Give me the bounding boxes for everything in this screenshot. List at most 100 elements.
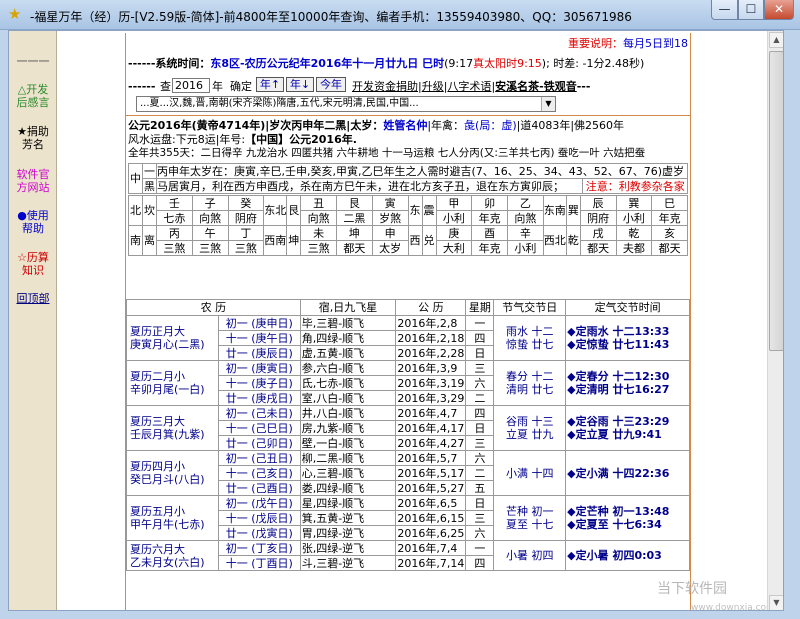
dingqi-entry: ◆定清明 廿七16:27 [567,383,670,396]
lunar-day[interactable]: 初一 (庚申日) [217,315,301,331]
lunar-day[interactable]: 廿一 (庚辰日) [217,345,301,361]
lunar-day[interactable]: 初一 (戊午日) [217,495,301,511]
lunar-day[interactable]: 廿一 (己酉日) [217,480,301,496]
close-button[interactable]: ✕ [764,0,794,20]
dir-cell: 小利 [507,240,544,256]
weekday: 日 [465,420,495,436]
lunar-day[interactable]: 廿一 (己卯日) [217,435,301,451]
nav-dev-thoughts-1[interactable]: △开发 [9,83,57,96]
link-donate[interactable]: 开发资金捐助 [352,80,418,93]
lunar-month-name: 夏历三月大 [130,415,185,428]
link-tea[interactable]: 安溪名茶-铁观音 [495,80,577,93]
nav-donors-1[interactable]: ★捐助 [9,125,57,138]
dir-cell: 向煞 [507,210,544,226]
mansion-star: 毕,三碧-顺飞 [299,315,397,331]
chevron-down-icon[interactable]: ▼ [541,97,555,111]
dir-cell: 艮 [336,195,373,211]
dir-cell: 癸 [227,195,265,211]
dir-cell: 未 [300,225,337,241]
solar-date: 2016年,4,17 [395,420,467,436]
link-upgrade[interactable]: 升级 [422,80,444,93]
dir-cell: 乙 [507,195,544,211]
lunar-day[interactable]: 十一 (庚午日) [217,330,301,346]
scroll-thumb[interactable] [769,51,783,351]
era-select[interactable]: ...夏...汉,魏,晋,南朝(宋齐梁陈)隋唐,五代,宋元明清,民国,中国...… [136,96,556,112]
minimize-button[interactable]: — [711,0,738,20]
scroll-down-icon[interactable]: ▼ [769,595,783,610]
lunar-day[interactable]: 初一 (己丑日) [217,450,301,466]
dir-cell: 阴府 [227,210,265,226]
jieqi-cell: 雨水 十二 惊蛰 廿七 [493,315,567,361]
nav-help-1[interactable]: ●使用 [9,209,57,222]
confirm-button[interactable]: 确定 [230,80,252,93]
vertical-scrollbar[interactable]: ▲ ▼ [767,31,783,610]
lunar-day[interactable]: 初一 (丁亥日) [217,540,301,556]
main-content: 重要说明：每月5日到18 ------系统时间：东8区-农历公元纪年2016年十… [125,33,691,610]
solar-date: 2016年,6,5 [395,495,467,511]
lunar-month-ganzhi: 庚寅月心(二黑) [130,338,205,351]
lunar-day[interactable]: 十一 (庚子日) [217,375,301,391]
mansion-star: 房,九紫-顺飞 [299,420,397,436]
dir-cell: 乾 [615,225,653,241]
dir-cell: 子 [191,195,229,211]
dingqi-entry: ◆定立夏 廿九9:41 [567,428,662,441]
col-dingqi: 定气交节时间 [565,299,690,316]
jieqi-cell: 小满 十四 [493,450,567,496]
lunar-day[interactable]: 十一 (己巳日) [217,420,301,436]
lunar-day[interactable]: 十一 (戊辰日) [217,510,301,526]
dingqi-entry: ◆定雨水 十二13:33 [567,325,670,338]
weekday: 日 [465,345,495,361]
year-info: 公元2016年(黄帝4714年)|岁次丙申年二黑|太岁：姓管名仲|年禽：彘(局：… [128,119,624,132]
dingqi-entry: ◆定小暑 初四0:03 [567,549,662,562]
query-dashes: ------ [128,80,156,93]
maximize-button[interactable]: ☐ [738,0,764,20]
dir-cell: 西 [407,225,423,256]
lunar-month-cell[interactable]: 夏历三月大 壬辰月箕(九紫) [126,405,219,451]
dashes: ------ [128,57,156,70]
nav-donors-2[interactable]: 芳名 [9,138,57,151]
nav-knowledge-2[interactable]: 知识 [9,264,57,277]
lunar-day[interactable]: 廿一 (庚戌日) [217,390,301,406]
lunar-day[interactable]: 十一 (己亥日) [217,465,301,481]
dingqi-cell: ◆定春分 十二12:30 ◆定清明 廿七16:27 [565,360,690,406]
dir-cell: 太岁 [371,240,409,256]
lunar-day[interactable]: 十一 (丁酉日) [217,555,301,571]
system-time-value: 东8区-农历公元纪年2016年十一月廿九日 巳时 [210,57,445,70]
solar-date: 2016年,3,9 [395,360,467,376]
this-year-button[interactable]: 今年 [316,77,346,92]
divider [126,115,690,116]
prev-year-button[interactable]: 年↑ [256,77,284,92]
taisui-row: 丙申年太岁在：庚寅,辛巳,壬申,癸亥,甲寅,乙巳年生之人需时避吉(7、16、25… [156,163,688,179]
lunar-day[interactable]: 初一 (己未日) [217,405,301,421]
link-bazi-terms[interactable]: 八字术语 [447,80,491,93]
nav-help-2[interactable]: 帮助 [9,222,57,235]
lunar-month-cell[interactable]: 夏历四月小 癸巳月斗(八白) [126,450,219,496]
dir-cell: 年克 [471,210,508,226]
dir-cell: 辰 [579,195,617,211]
lunar-month-cell[interactable]: 夏历二月小 辛卯月尾(一白) [126,360,219,406]
mansion-star: 氐,七赤-顺飞 [299,375,397,391]
nav-back-to-top[interactable]: 回顶部 [9,292,57,305]
solar-date: 2016年,4,7 [395,405,467,421]
next-year-button[interactable]: 年↓ [286,77,314,92]
lunar-day[interactable]: 廿一 (戊寅日) [217,525,301,541]
lunar-month-cell[interactable]: 夏历五月小 甲午月牛(七赤) [126,495,219,541]
mansion-star: 角,四绿-顺飞 [299,330,397,346]
lunar-month-cell[interactable]: 夏历正月大 庚寅月心(二黑) [126,315,219,361]
year-info-d: |道4083年|佛2560年 [516,119,625,132]
weekday: 五 [465,480,495,496]
dir-cell: 二黑 [336,210,373,226]
lunar-month-cell[interactable]: 夏历六月大 乙未月女(六白) [126,540,219,571]
nav-knowledge-1[interactable]: ☆历算 [9,251,57,264]
mansion-star: 星,四绿-顺飞 [299,495,397,511]
lunar-day[interactable]: 初一 (庚寅日) [217,360,301,376]
nav-website-2[interactable]: 方网站 [9,181,57,194]
dir-cell: 年克 [471,240,508,256]
year-input[interactable]: 2016 [172,78,210,93]
direction-row: 马居寅月，利在西方申酉戌，杀在南方巳午未，进在北方亥子丑，退在东方寅卯辰； [155,178,584,194]
nav-dev-thoughts-2[interactable]: 后感言 [9,96,57,109]
nav-website-1[interactable]: 软件官 [9,168,57,181]
year-summary: 全年共355天：二日得辛 九龙治水 四匿共猪 六牛耕地 十一马运粮 七人分丙(又… [128,147,646,159]
title-bar: ★ -福星万年（经）历-[V2.59版-简体]-前4800年至10000年查询、… [0,0,800,30]
scroll-up-icon[interactable]: ▲ [769,32,783,48]
